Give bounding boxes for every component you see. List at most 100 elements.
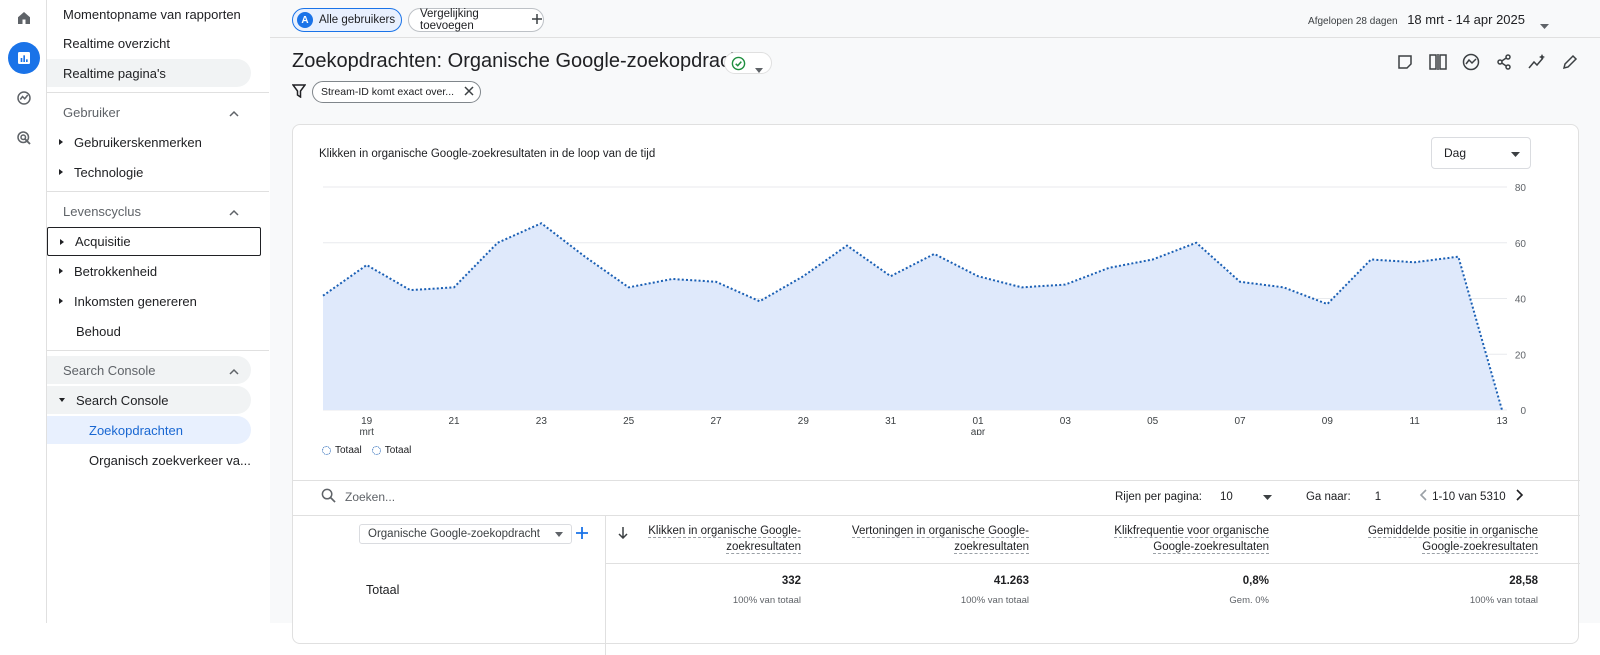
dropdown-arrow-icon[interactable] xyxy=(1540,17,1549,32)
expand-arrow-icon xyxy=(60,238,64,245)
trend-sparkle-icon[interactable] xyxy=(1527,52,1547,72)
nav-inkomsten[interactable]: Inkomsten genereren xyxy=(47,287,251,315)
main-content: A Alle gebruikers Vergelijking toevoegen… xyxy=(270,0,1600,655)
explore-icon[interactable] xyxy=(8,82,40,114)
report-navigation: Momentopname van rapporten Realtime over… xyxy=(47,0,269,623)
edit-pencil-icon[interactable] xyxy=(1560,52,1580,72)
y-tick-label: 40 xyxy=(1515,295,1527,306)
column-header-position[interactable]: Gemiddelde positie in organische Google-z… xyxy=(1367,523,1538,555)
nav-realtime-pages[interactable]: Realtime pagina's xyxy=(47,59,251,87)
share-icon[interactable] xyxy=(1494,52,1514,72)
search-input[interactable]: Zoeken... xyxy=(345,490,395,504)
filter-icon[interactable] xyxy=(291,83,307,101)
x-tick-sublabel: apr xyxy=(971,427,986,435)
nav-acquisitie[interactable]: Acquisitie xyxy=(47,227,261,256)
reports-icon[interactable] xyxy=(8,42,40,74)
table-search[interactable]: Zoeken... xyxy=(321,488,395,506)
top-bar: A Alle gebruikers Vergelijking toevoegen… xyxy=(270,0,1600,38)
goto-input[interactable]: 1 xyxy=(1375,491,1381,503)
nav-behoud[interactable]: Behoud xyxy=(47,317,251,345)
section-levenscyclus[interactable]: Levenscyclus xyxy=(47,197,251,225)
x-tick-label: 05 xyxy=(1147,416,1159,427)
nav-technologie[interactable]: Technologie xyxy=(47,158,251,186)
dimension-select[interactable]: Organische Google-zoekopdracht xyxy=(359,524,572,544)
compare-icon[interactable] xyxy=(1428,52,1448,72)
add-dimension-plus-icon[interactable] xyxy=(576,527,588,542)
total-share: Gem. 0% xyxy=(1229,595,1269,606)
total-share: 100% van totaal xyxy=(732,595,801,606)
divider xyxy=(47,92,269,93)
page-range: 1-10 van 5310 xyxy=(1432,490,1506,503)
y-tick-label: 0 xyxy=(1520,406,1526,417)
header-line: Gemiddelde positie in organische xyxy=(1367,525,1538,538)
nav-zoekopdrachten[interactable]: Zoekopdrachten xyxy=(47,416,251,444)
date-range: 18 mrt - 14 apr 2025 xyxy=(1407,12,1525,27)
chevron-left-icon[interactable] xyxy=(1419,489,1427,504)
legend-marker xyxy=(371,446,381,455)
nav-betrokkenheid[interactable]: Betrokkenheid xyxy=(47,257,251,285)
column-header-impressions[interactable]: Vertoningen in organische Google-zoekres… xyxy=(851,523,1029,555)
nav-label: Search Console xyxy=(76,392,169,408)
annotation-icon[interactable] xyxy=(1395,52,1415,72)
nav-label: Technologie xyxy=(74,164,144,180)
x-tick-label: 29 xyxy=(798,416,810,427)
chevron-right-icon[interactable] xyxy=(1516,489,1524,504)
nav-label: Betrokkenheid xyxy=(74,263,158,279)
divider xyxy=(47,191,269,192)
nav-gebruikerskenmerken[interactable]: Gebruikerskenmerken xyxy=(47,128,251,156)
column-header-clicks[interactable]: Klikken in organische Google-zoekresulta… xyxy=(648,523,801,555)
nav-organisch-zoekverkeer[interactable]: Organisch zoekverkeer va... xyxy=(47,446,251,474)
filter-chip[interactable]: Stream-ID komt exact over... xyxy=(312,81,482,103)
nav-label: Realtime pagina's xyxy=(63,65,166,81)
dropdown-arrow-icon xyxy=(1262,491,1272,503)
total-value: 332 xyxy=(781,575,801,587)
series-area xyxy=(323,223,1502,410)
x-tick-label: 31 xyxy=(885,416,897,427)
chevron-up-icon xyxy=(229,105,239,120)
section-search-console[interactable]: Search Console xyxy=(47,356,251,384)
x-tick-sublabel: mrt xyxy=(359,427,374,435)
rows-per-page-select[interactable]: 10 xyxy=(1220,491,1272,503)
section-gebruiker[interactable]: Gebruiker xyxy=(47,98,251,126)
legend-item[interactable]: Totaal xyxy=(371,445,411,456)
header-line: zoekresultaten xyxy=(726,541,801,554)
header-line: Klikfrequentie voor organische xyxy=(1114,525,1269,538)
divider xyxy=(605,563,1580,564)
chart-legend: Totaal Totaal xyxy=(322,445,411,456)
nav-search-console-group[interactable]: Search Console xyxy=(47,386,251,414)
line-chart: 80 60 40 20 0 19mrt 21 23 25 27 29 31 01apr 03 05 07 09 1… xyxy=(322,183,1527,435)
dropdown-arrow-icon xyxy=(755,61,763,76)
total-value: 41.263 xyxy=(993,575,1029,587)
nav-realtime-overview[interactable]: Realtime overzicht xyxy=(47,29,251,57)
section-label: Gebruiker xyxy=(63,104,121,120)
all-users-chip[interactable]: A Alle gebruikers xyxy=(292,8,402,32)
legend-item[interactable]: Totaal xyxy=(322,445,362,456)
report-card: Klikken in organische Google-zoekresulta… xyxy=(292,124,1580,655)
date-prefix: Afgelopen 28 dagen xyxy=(1308,16,1398,27)
insights-icon[interactable] xyxy=(1461,52,1481,72)
chevron-up-icon xyxy=(229,204,239,219)
sort-arrow-down-icon[interactable] xyxy=(618,527,628,542)
nav-label: Acquisitie xyxy=(75,234,131,249)
nav-snapshot[interactable]: Momentopname van rapporten xyxy=(47,0,251,28)
x-tick-label: 27 xyxy=(710,416,722,427)
legend-label: Totaal xyxy=(335,445,362,456)
column-header-ctr[interactable]: Klikfrequentie voor organische Google-zoe… xyxy=(1114,523,1269,555)
status-dropdown[interactable] xyxy=(724,52,772,74)
advertising-icon[interactable] xyxy=(8,122,40,154)
x-tick-label: 09 xyxy=(1322,416,1334,427)
rows-per-page-label: Rijen per pagina: xyxy=(1115,490,1202,503)
close-icon[interactable] xyxy=(464,85,474,99)
legend-marker xyxy=(322,446,331,455)
home-icon[interactable] xyxy=(8,2,40,34)
total-share: 100% van totaal xyxy=(1469,595,1538,606)
plus-icon xyxy=(531,13,543,28)
y-tick-label: 60 xyxy=(1515,239,1527,250)
total-value: 28,58 xyxy=(1509,575,1538,587)
collapse-arrow-icon xyxy=(59,398,65,402)
date-range-picker[interactable]: Afgelopen 28 dagen 18 mrt - 14 apr 2025 xyxy=(1308,12,1525,27)
y-tick-label: 20 xyxy=(1515,350,1527,361)
add-comparison-button[interactable]: Vergelijking toevoegen xyxy=(408,8,544,32)
header-line: Google-zoekresultaten xyxy=(1153,541,1269,554)
chip-label: Vergelijking toevoegen xyxy=(420,8,479,32)
